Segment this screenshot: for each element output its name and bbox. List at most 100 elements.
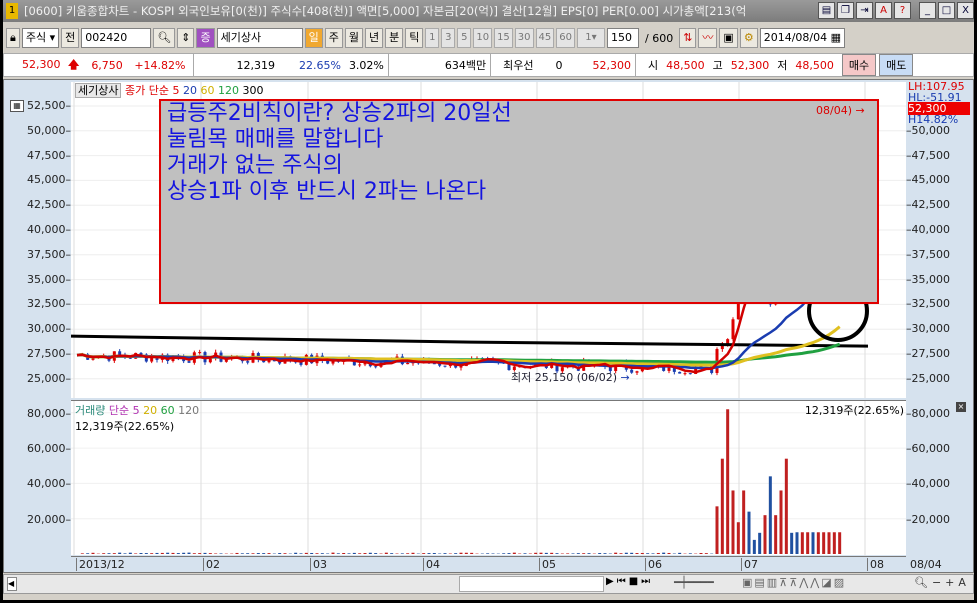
volume-bar (267, 553, 271, 554)
axis-tick: –30,000 (906, 322, 950, 336)
buy-button[interactable]: 매수 (841, 54, 877, 76)
window-title: [0600] 키움종합차트 - KOSPI 외국인보유[0(천)] 주식수[40… (24, 4, 747, 18)
volume-bar (566, 553, 570, 554)
ma300-line (71, 334, 869, 348)
lock-icon[interactable]: 🔒︎ (6, 28, 20, 48)
price-pane[interactable]: 세기상사 종가 단순 5 20 60 120 300 급등주2비칙이란? 상승2… (71, 82, 906, 398)
legend-vma60: 60 (160, 404, 175, 417)
tab-month[interactable]: 월 (344, 28, 363, 48)
tab-week[interactable]: 주 (324, 28, 343, 48)
candle (208, 358, 212, 364)
zoom-tools[interactable]: 🔍︎−+A (914, 576, 970, 589)
volume-bar (678, 552, 682, 554)
volume-bar (192, 553, 196, 554)
annotation-line: 거래가 없는 주식의 (167, 153, 343, 178)
maximize-button[interactable]: □ (938, 2, 955, 19)
volume-bar (166, 552, 170, 554)
volume-bar (491, 553, 495, 554)
toolbar: 🔒︎ 주식 ▾ 전 002420 🔍︎ ⇕ 증 세기상사 일 주 월 년 분 틱… (3, 26, 974, 50)
x-axis: 2013/12 02 03 04 05 06 07 08 (71, 556, 906, 573)
line-chart-icon[interactable]: 〰 (698, 28, 718, 48)
x-tick: 07 (741, 558, 758, 571)
volume-bar (422, 553, 426, 554)
stock-name: 세기상사 (216, 28, 303, 48)
volume-pane[interactable]: 거래량 단순 5 20 60 120 12,319주(22.65%) 12,31… (71, 400, 906, 556)
tab-year[interactable]: 년 (364, 28, 384, 48)
scroll-thumb[interactable] (459, 576, 604, 592)
drawing-tools[interactable]: ▣▤▥⊼⊼⋀⋀◪▨ (742, 576, 846, 589)
volume-bar (219, 553, 223, 554)
playback-controls[interactable]: ▶⏮■⏭ (606, 576, 653, 587)
minute-60[interactable]: 60 (556, 28, 575, 48)
price-axis-left: ▦ 52,500– 50,000– 47,500– 45,000– 42,500– 40,… (4, 80, 71, 398)
volume-current-right: 12,319주(22.65%) (804, 404, 904, 417)
minute-30[interactable]: 30 (514, 28, 534, 48)
volume-bar (742, 490, 746, 554)
volume-bar (304, 552, 308, 554)
minute-3[interactable]: 3 (441, 28, 456, 48)
minute-5[interactable]: 5 (457, 28, 472, 48)
legend-ma60: 60 (200, 84, 215, 97)
volume-bar (587, 553, 591, 554)
tab-day[interactable]: 일 (304, 28, 323, 48)
candle-icon[interactable]: ⇅ (679, 28, 697, 48)
volume-bar (827, 532, 831, 554)
legend-type: 단순 (108, 404, 130, 417)
scroll-left-button[interactable]: ◀ (7, 577, 17, 591)
count-input[interactable]: 150 (607, 28, 639, 48)
axis-tick: 60,000– (27, 442, 71, 456)
minute-10[interactable]: 10 (473, 28, 493, 48)
legend-vma120: 120 (178, 404, 200, 417)
font-icon[interactable]: A (875, 2, 892, 19)
minimize-button[interactable]: _ (919, 2, 936, 19)
help-icon[interactable]: ? (894, 2, 911, 19)
minute-45[interactable]: 45 (535, 28, 555, 48)
minute-1[interactable]: 1 (425, 28, 440, 48)
volume-bar (811, 532, 815, 554)
minute-15[interactable]: 15 (494, 28, 513, 48)
annotation-box[interactable]: 급등주2비칙이란? 상승2파의 20일선 눌림목 매매를 말합니다 거래가 없는… (159, 99, 879, 304)
candle (139, 352, 143, 355)
volume-bar (107, 553, 111, 554)
x-tick: 03 (310, 558, 327, 571)
volume-bar (246, 553, 250, 554)
price: 52,300 🡅 (22, 57, 80, 71)
sell-button[interactable]: 매도 (879, 54, 914, 76)
axis-tick: –40,000 (906, 223, 950, 236)
zoom-slider[interactable]: ━┿━━━━ (674, 576, 714, 589)
tab-tick[interactable]: 틱 (405, 28, 424, 48)
table-icon[interactable]: ▦ (10, 100, 24, 112)
code-input[interactable]: 002420 (81, 28, 152, 48)
save-icon[interactable]: ▣ (719, 28, 738, 48)
volume-bar (283, 553, 287, 554)
volume-bar (779, 490, 783, 554)
volume-bar (576, 553, 580, 554)
axis-tick: 37,500– (27, 247, 71, 261)
search-icon[interactable]: 🔍︎ (153, 28, 176, 48)
tab-minute[interactable]: 분 (385, 28, 404, 48)
close-button[interactable]: X (957, 2, 974, 19)
minute-select[interactable]: 1▾ (577, 28, 605, 48)
market-select[interactable]: 주식 ▾ (21, 28, 60, 48)
axis-tick: 50,000– (27, 123, 71, 137)
close-pane-icon[interactable]: × (956, 402, 966, 412)
volume-bar (630, 552, 634, 554)
gear-icon[interactable]: ⚙ (739, 28, 758, 48)
axis-tick: 30,000– (27, 322, 71, 336)
volume-bar (768, 476, 772, 554)
volume-bar (187, 552, 191, 554)
prev-button[interactable]: 전 (61, 28, 80, 48)
layout-icon[interactable]: ▤ (818, 2, 835, 19)
date-input[interactable]: 2014/08/04 ▦ (759, 28, 845, 48)
candle (443, 365, 447, 368)
candle (635, 370, 639, 376)
copy-icon[interactable]: ❐ (837, 2, 854, 19)
pin-icon[interactable]: ⇥ (856, 2, 873, 19)
legend-type: 종가 단순 (124, 84, 169, 97)
volume-bar (784, 458, 788, 554)
volume-bar (555, 553, 559, 554)
spin-button[interactable]: ⇕ (177, 28, 195, 48)
volume-current-left: 12,319주(22.65%) (75, 420, 175, 433)
high: 52,300 (730, 58, 770, 72)
scrollbar[interactable]: ◀ ▶⏮■⏭ ━┿━━━━ ▣▤▥⊼⊼⋀⋀◪▨ 🔍︎−+A (3, 574, 974, 594)
